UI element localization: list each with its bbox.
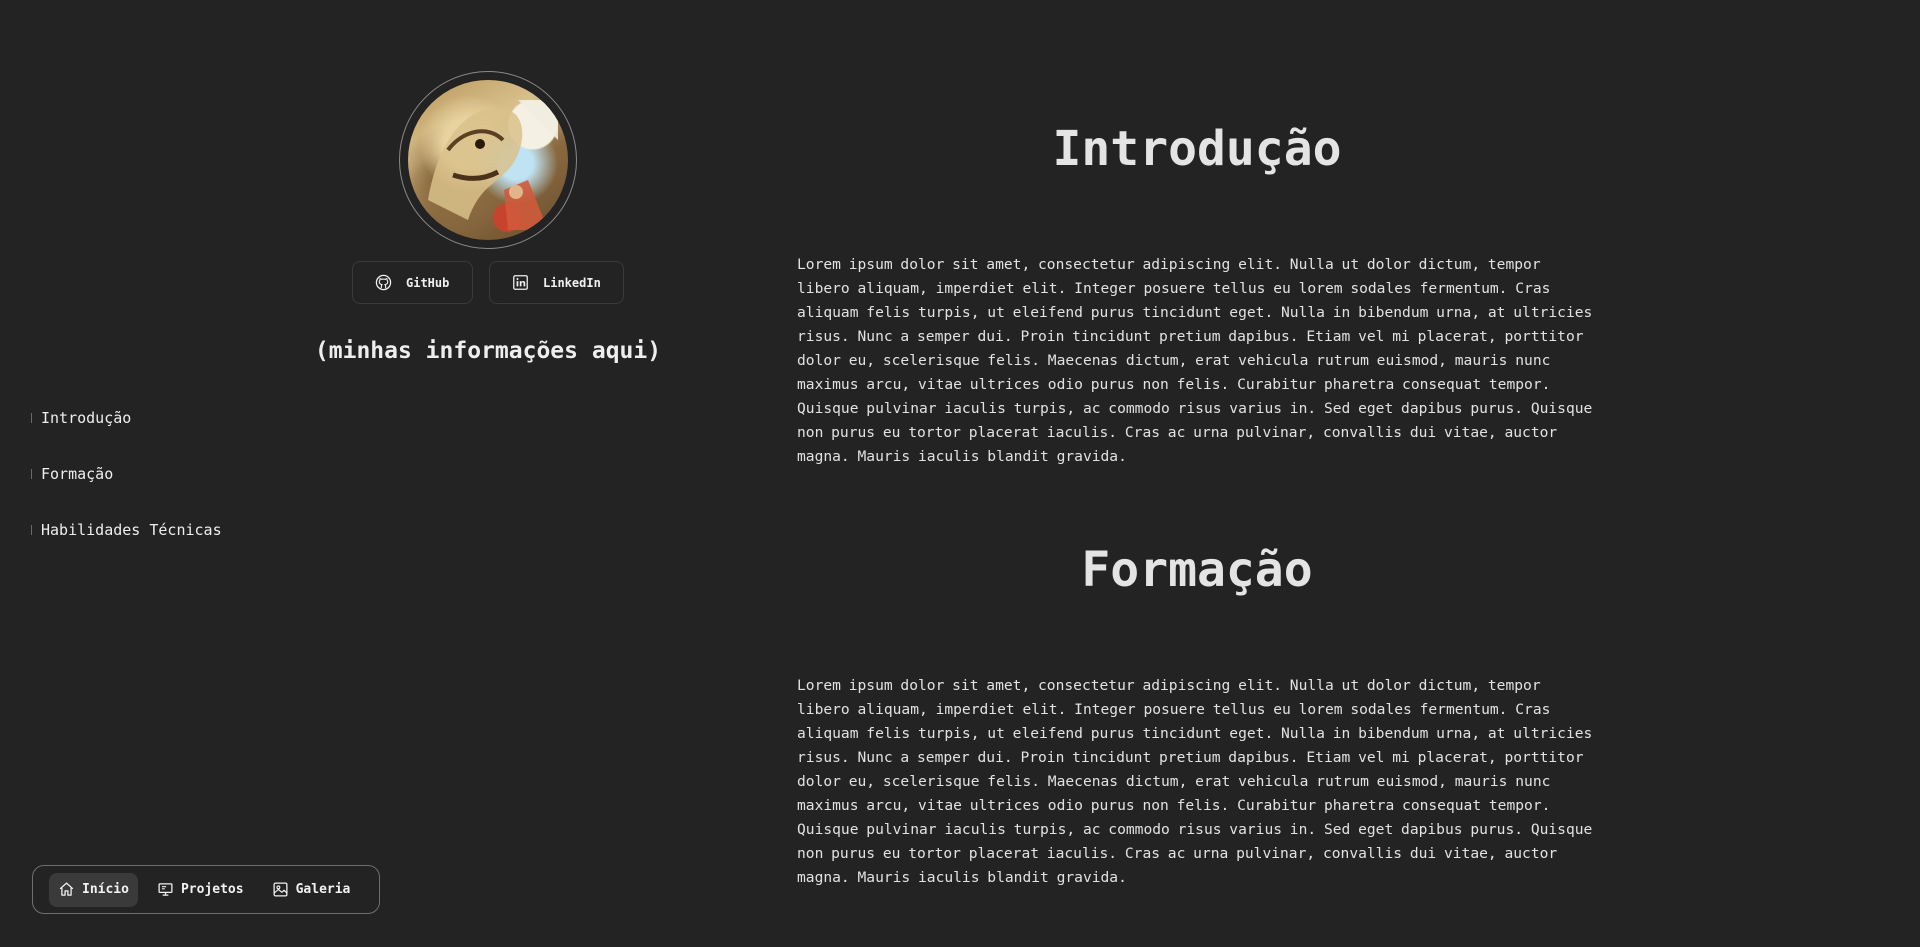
nav-item-projetos[interactable]: Projetos — [148, 873, 253, 907]
section-title-introducao: Introdução — [1052, 121, 1342, 177]
section-title-formacao: Formação — [1081, 542, 1313, 598]
github-icon — [375, 274, 392, 291]
nav-item-label: Galeria — [295, 882, 351, 897]
linkedin-button[interactable]: LinkedIn — [489, 261, 624, 304]
avatar — [408, 80, 568, 240]
github-button[interactable]: GitHub — [352, 261, 473, 304]
home-icon — [59, 882, 74, 896]
social-links: GitHub LinkedIn — [352, 261, 624, 304]
table-of-contents: Introdução Formação Habilidades Técnicas — [31, 408, 222, 576]
toc-item-habilidades-tecnicas[interactable]: Habilidades Técnicas — [31, 520, 222, 540]
toc-indicator — [31, 525, 32, 535]
avatar-illustration — [428, 100, 558, 230]
toc-item-introducao[interactable]: Introdução — [31, 408, 222, 428]
avatar-frame — [399, 71, 577, 249]
linkedin-icon — [513, 275, 528, 290]
section-text-introducao: Lorem ipsum dolor sit amet, consectetur … — [797, 256, 1593, 465]
toc-item-label: Habilidades Técnicas — [41, 521, 222, 539]
nav-item-galeria[interactable]: Galeria — [263, 873, 360, 907]
nav-item-inicio[interactable]: Início — [49, 872, 138, 907]
nav-item-label: Início — [82, 882, 129, 897]
page: GitHub LinkedIn (minhas informações aqui… — [0, 0, 1920, 947]
section-text-formacao: Lorem ipsum dolor sit amet, consectetur … — [797, 677, 1593, 886]
github-label: GitHub — [406, 275, 450, 290]
toc-item-label: Introdução — [41, 409, 132, 427]
toc-indicator — [31, 413, 32, 423]
toc-item-formacao[interactable]: Formação — [31, 464, 222, 484]
linkedin-label: LinkedIn — [543, 275, 601, 290]
gallery-icon — [273, 882, 288, 897]
projects-icon — [158, 883, 173, 896]
bottom-navigation: Início Projetos Galeria — [32, 865, 380, 914]
nav-item-label: Projetos — [180, 882, 244, 897]
toc-item-label: Formação — [41, 465, 114, 483]
toc-indicator — [31, 469, 32, 479]
